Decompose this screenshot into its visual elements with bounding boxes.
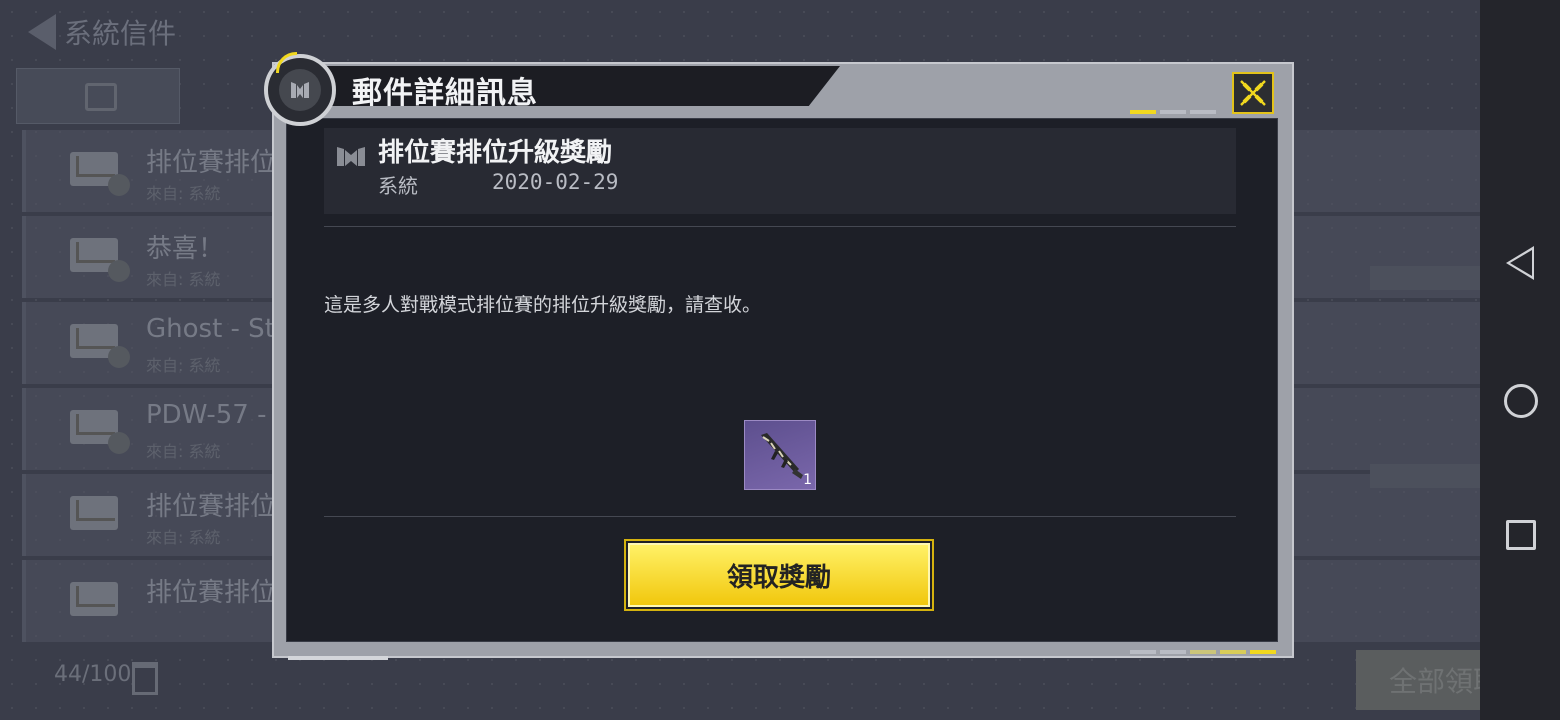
mail-item-from: 來自: 系統 — [146, 528, 221, 547]
system-nav-bar — [1480, 0, 1560, 720]
mail-item-from: 來自: 系統 — [146, 184, 221, 203]
mail-item-tag — [1370, 266, 1480, 290]
decor-stripe — [1250, 650, 1276, 654]
unread-icon — [108, 174, 130, 196]
mail-subject: 排位賽排位升級獎勵 — [378, 138, 613, 168]
reward-item[interactable]: 1 — [744, 420, 816, 490]
mailbox-icon — [85, 83, 117, 111]
opened-envelope-icon — [70, 496, 118, 530]
logo-m-icon — [291, 82, 309, 98]
nav-recent-apps-icon[interactable] — [1506, 520, 1536, 550]
mail-body-text: 這是多人對戰模式排位賽的排位升級獎勵，請查收。 — [324, 294, 762, 316]
close-x-icon — [1240, 80, 1266, 106]
divider — [324, 516, 1236, 517]
decor-stripe — [1130, 110, 1156, 114]
mail-count: 44/100 — [54, 662, 132, 687]
decor-stripe — [1220, 650, 1246, 654]
mail-item-title: 排位賽排位 — [146, 492, 277, 522]
close-button[interactable] — [1232, 72, 1274, 114]
unread-icon — [108, 346, 130, 368]
nav-back-icon[interactable] — [1506, 246, 1534, 280]
dialog-title: 郵件詳細訊息 — [352, 76, 538, 111]
decor-stripe — [1190, 110, 1216, 114]
mail-item-title: 恭喜！ — [146, 234, 225, 264]
game-logo-badge — [264, 54, 336, 126]
mail-item-title: 排位賽排位 — [146, 578, 277, 608]
divider — [324, 226, 1236, 227]
mail-sender: 系統 — [378, 174, 418, 198]
decor-stripe — [1130, 650, 1156, 654]
mail-item-from: 來自: 系統 — [146, 356, 221, 375]
nav-home-icon[interactable] — [1504, 384, 1538, 418]
claim-reward-button[interactable]: 領取獎勵 — [626, 541, 932, 609]
mail-list-title: 系統信件 — [64, 17, 177, 50]
back-arrow-icon[interactable] — [28, 14, 56, 50]
reward-quantity: 1 — [803, 472, 812, 488]
decor-stripe — [1160, 110, 1186, 114]
tab-system-mail[interactable] — [16, 68, 180, 124]
mail-item-title: 排位賽排位 — [146, 148, 277, 178]
unread-icon — [108, 432, 130, 454]
mail-item-from: 來自: 系統 — [146, 442, 221, 461]
mail-item-tag — [1370, 464, 1480, 488]
unread-icon — [108, 260, 130, 282]
decor-stripe — [1190, 650, 1216, 654]
decor-stripe — [1160, 650, 1186, 654]
system-mail-icon — [337, 147, 365, 166]
opened-envelope-icon — [70, 582, 118, 616]
mail-item-from: 來自: 系統 — [146, 270, 221, 289]
mail-list-header: 系統信件 — [28, 12, 176, 52]
trash-icon[interactable] — [132, 662, 158, 695]
mail-date: 2020-02-29 — [492, 170, 619, 194]
